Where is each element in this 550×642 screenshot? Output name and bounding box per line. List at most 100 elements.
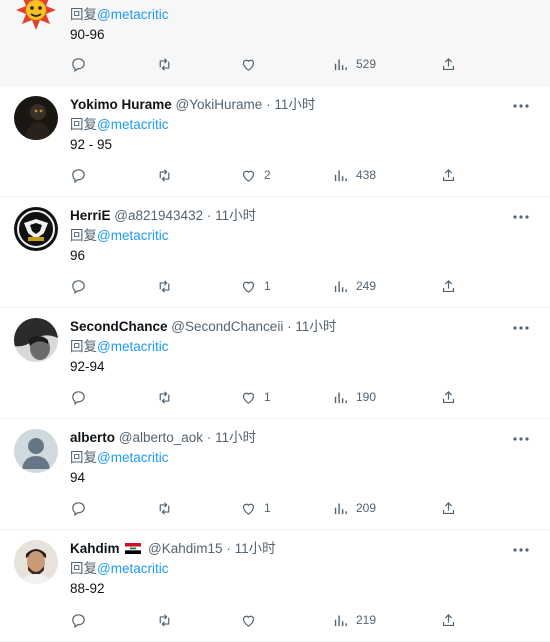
reply-item[interactable]: 回复@metacritic 90-96 529 (0, 0, 550, 86)
like-button[interactable]: 1 (240, 498, 271, 518)
like-button[interactable] (240, 54, 264, 74)
user-handle[interactable]: @YokiHurame (176, 97, 263, 112)
replying-to: 回复@metacritic (70, 6, 168, 24)
timestamp[interactable]: 11小时 (215, 208, 256, 223)
reply-item[interactable]: alberto @alberto_aok · 11小时 回复@metacriti… (0, 419, 550, 530)
user-handle[interactable]: @a821943432 (114, 208, 203, 223)
heart-icon (242, 59, 255, 71)
more-icon[interactable] (512, 100, 530, 112)
display-name[interactable]: SecondChance (70, 319, 168, 334)
retweet-button[interactable] (156, 54, 173, 74)
share-button[interactable] (440, 54, 457, 74)
mention-link[interactable]: @metacritic (97, 339, 168, 354)
default-user-avatar[interactable] (14, 429, 58, 473)
display-name[interactable]: HerriE (70, 208, 111, 223)
mention-link[interactable]: @metacritic (97, 450, 168, 465)
more-icon[interactable] (512, 433, 530, 445)
retweet-button[interactable] (156, 165, 173, 185)
share-button[interactable] (440, 387, 457, 407)
reply-header: alberto @alberto_aok · 11小时 (70, 429, 256, 447)
retweet-icon (159, 279, 170, 293)
like-count: 1 (264, 501, 271, 515)
retweet-button[interactable] (156, 498, 173, 518)
more-icon[interactable] (512, 544, 530, 556)
reply-prefix: 回复 (70, 228, 97, 243)
timestamp[interactable]: 11小时 (215, 430, 256, 445)
action-bar: 2 438 (70, 165, 470, 185)
views-icon (334, 503, 347, 514)
like-button[interactable] (240, 610, 264, 630)
views-icon (334, 392, 347, 403)
heart-icon (242, 170, 255, 182)
sunburst-badge-avatar[interactable] (14, 0, 58, 32)
action-bar: 529 (70, 54, 470, 74)
replying-to: 回复@metacritic (70, 116, 168, 134)
team-logo-avatar[interactable] (14, 207, 58, 251)
reply-button[interactable] (70, 165, 87, 185)
action-bar: 219 (70, 610, 470, 630)
mention-link[interactable]: @metacritic (97, 7, 168, 22)
reply-text: 94 (70, 470, 86, 485)
more-icon[interactable] (512, 322, 530, 334)
user-handle[interactable]: @Kahdim15 (148, 541, 223, 556)
like-button[interactable]: 1 (240, 387, 271, 407)
retweet-button[interactable] (156, 276, 173, 296)
like-count: 1 (264, 390, 271, 404)
dark-portrait-avatar[interactable] (14, 318, 58, 362)
display-name[interactable]: alberto (70, 430, 115, 445)
reply-header: Yokimo Hurame @YokiHurame · 11小时 (70, 96, 315, 114)
more-icon[interactable] (512, 211, 530, 223)
reply-prefix: 回复 (70, 117, 97, 132)
mention-link[interactable]: @metacritic (97, 561, 168, 576)
share-button[interactable] (440, 165, 457, 185)
separator-dot: · (206, 208, 212, 223)
user-handle[interactable]: @SecondChanceii (171, 319, 283, 334)
views-button[interactable]: 209 (332, 498, 376, 518)
share-button[interactable] (440, 498, 457, 518)
views-button[interactable]: 219 (332, 610, 376, 630)
separator-dot: · (226, 541, 231, 556)
man-photo-avatar[interactable] (14, 540, 58, 584)
mention-link[interactable]: @metacritic (97, 228, 168, 243)
separator-dot: · (287, 319, 292, 334)
mention-link[interactable]: @metacritic (97, 117, 168, 132)
view-count: 529 (356, 57, 377, 71)
reply-button[interactable] (70, 276, 87, 296)
user-handle[interactable]: @alberto_aok (119, 430, 203, 445)
reply-item[interactable]: HerriE @a821943432 · 11小时 回复@metacritic … (0, 197, 550, 308)
replying-to: 回复@metacritic (70, 560, 168, 578)
reply-button[interactable] (70, 387, 87, 407)
reply-icon (72, 390, 85, 405)
reply-text: 92-94 (70, 359, 105, 374)
dark-figure-avatar[interactable] (14, 96, 58, 140)
view-count: 190 (356, 390, 377, 404)
share-icon (442, 279, 455, 292)
reply-button[interactable] (70, 54, 87, 74)
display-name[interactable]: Kahdim (70, 541, 120, 556)
like-button[interactable]: 1 (240, 276, 271, 296)
share-button[interactable] (440, 610, 457, 630)
timestamp[interactable]: 11小时 (295, 319, 336, 334)
reply-icon (72, 57, 85, 72)
reply-header: Kahdim @Kahdim15 · 11小时 (70, 540, 276, 558)
like-button[interactable]: 2 (240, 165, 271, 185)
reply-item[interactable]: Kahdim @Kahdim15 · 11小时 回复@metacritic 88… (0, 530, 550, 642)
timestamp[interactable]: 11小时 (235, 541, 276, 556)
reply-item[interactable]: Yokimo Hurame @YokiHurame · 11小时 回复@meta… (0, 86, 550, 197)
retweet-button[interactable] (156, 387, 173, 407)
views-button[interactable]: 529 (332, 54, 376, 74)
reply-prefix: 回复 (70, 450, 97, 465)
reply-button[interactable] (70, 498, 87, 518)
views-button[interactable]: 438 (332, 165, 376, 185)
like-count: 2 (264, 168, 271, 182)
reply-button[interactable] (70, 610, 87, 630)
reply-prefix: 回复 (70, 561, 97, 576)
retweet-button[interactable] (156, 610, 173, 630)
views-icon (334, 615, 347, 626)
share-button[interactable] (440, 276, 457, 296)
views-button[interactable]: 249 (332, 276, 376, 296)
timestamp[interactable]: 11小时 (274, 97, 315, 112)
reply-item[interactable]: SecondChance @SecondChanceii · 11小时 回复@m… (0, 308, 550, 419)
views-button[interactable]: 190 (332, 387, 376, 407)
display-name[interactable]: Yokimo Hurame (70, 97, 172, 112)
